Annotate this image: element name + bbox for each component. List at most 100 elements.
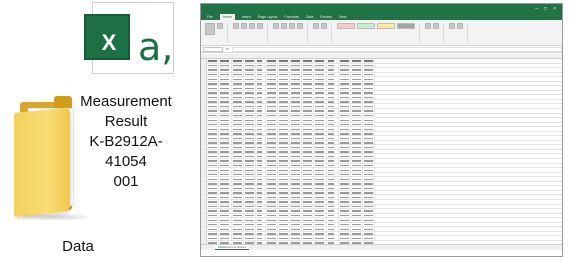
table-cell[interactable] xyxy=(327,204,339,209)
table-cell[interactable] xyxy=(256,99,266,104)
table-cell[interactable] xyxy=(302,109,314,113)
table-cell[interactable] xyxy=(256,236,266,240)
table-cell[interactable] xyxy=(278,172,290,177)
table-cell[interactable] xyxy=(302,131,314,136)
table-cell[interactable] xyxy=(327,222,339,227)
table-cell[interactable] xyxy=(207,90,219,95)
table-cell[interactable] xyxy=(314,90,327,95)
table-cell[interactable] xyxy=(351,113,363,118)
table-cell[interactable] xyxy=(232,109,244,113)
table-cell[interactable] xyxy=(327,109,339,113)
table-cell[interactable] xyxy=(302,227,314,231)
table-cell[interactable] xyxy=(351,86,363,90)
table-cell[interactable] xyxy=(314,190,327,195)
table-cell[interactable] xyxy=(363,145,375,149)
table-cell[interactable] xyxy=(314,168,327,172)
table-cell[interactable] xyxy=(256,199,266,204)
table-cell[interactable] xyxy=(351,118,363,122)
table-cell[interactable] xyxy=(290,154,302,159)
table-cell[interactable] xyxy=(256,222,266,227)
table-cell[interactable] xyxy=(207,122,219,127)
table-cell[interactable] xyxy=(290,163,302,168)
table-cell[interactable] xyxy=(244,145,256,149)
table-cell[interactable] xyxy=(256,204,266,209)
table-cell[interactable] xyxy=(290,86,302,90)
table-cell[interactable] xyxy=(302,95,314,99)
table-cell[interactable] xyxy=(302,149,314,154)
table-cell[interactable] xyxy=(327,59,339,63)
table-cell[interactable] xyxy=(278,109,290,113)
table-cell[interactable] xyxy=(232,209,244,213)
table-cell[interactable] xyxy=(302,181,314,186)
table-cell[interactable] xyxy=(207,72,219,77)
table-cell[interactable] xyxy=(314,145,327,149)
table-cell[interactable] xyxy=(244,86,256,90)
table-cell[interactable] xyxy=(256,95,266,99)
table-cell[interactable] xyxy=(207,81,219,86)
table-cell[interactable] xyxy=(219,59,232,63)
table-cell[interactable] xyxy=(314,122,327,127)
table-cell[interactable] xyxy=(256,186,266,190)
table-cell[interactable] xyxy=(339,59,351,63)
table-cell[interactable] xyxy=(314,231,327,236)
table-cell[interactable] xyxy=(290,63,302,68)
table-cell[interactable] xyxy=(207,204,219,209)
table-cell[interactable] xyxy=(314,218,327,222)
table-cell[interactable] xyxy=(207,95,219,99)
table-cell[interactable] xyxy=(278,118,290,122)
table-cell[interactable] xyxy=(278,86,290,90)
table-cell[interactable] xyxy=(244,118,256,122)
table-cell[interactable] xyxy=(327,118,339,122)
table-cell[interactable] xyxy=(363,72,375,77)
table-cell[interactable] xyxy=(266,59,278,63)
table-cell[interactable] xyxy=(351,109,363,113)
table-cell[interactable] xyxy=(314,81,327,86)
table-cell[interactable] xyxy=(232,127,244,131)
table-cell[interactable] xyxy=(244,222,256,227)
table-cell[interactable] xyxy=(244,209,256,213)
table-cell[interactable] xyxy=(219,186,232,190)
table-cell[interactable] xyxy=(278,72,290,77)
table-cell[interactable] xyxy=(327,63,339,68)
table-cell[interactable] xyxy=(232,172,244,177)
table-cell[interactable] xyxy=(219,213,232,218)
table-cell[interactable] xyxy=(207,86,219,90)
table-cell[interactable] xyxy=(256,209,266,213)
table-cell[interactable] xyxy=(351,154,363,159)
table-cell[interactable] xyxy=(363,68,375,72)
table-cell[interactable] xyxy=(266,163,278,168)
table-cell[interactable] xyxy=(207,199,219,204)
table-cell[interactable] xyxy=(339,118,351,122)
table-cell[interactable] xyxy=(278,163,290,168)
table-cell[interactable] xyxy=(232,177,244,181)
table-cell[interactable] xyxy=(314,236,327,240)
align-center-icon[interactable] xyxy=(281,22,287,29)
table-cell[interactable] xyxy=(339,186,351,190)
table-cell[interactable] xyxy=(363,227,375,231)
table-cell[interactable] xyxy=(302,90,314,95)
table-cell[interactable] xyxy=(314,163,327,168)
table-cell[interactable] xyxy=(302,68,314,72)
table-cell[interactable] xyxy=(256,127,266,131)
table-cell[interactable] xyxy=(351,227,363,231)
table-cell[interactable] xyxy=(232,149,244,154)
table-cell[interactable] xyxy=(266,118,278,122)
table-cell[interactable] xyxy=(302,177,314,181)
table-cell[interactable] xyxy=(219,113,232,118)
table-cell[interactable] xyxy=(207,136,219,140)
font-color-icon[interactable] xyxy=(257,22,263,29)
table-cell[interactable] xyxy=(219,131,232,136)
table-cell[interactable] xyxy=(363,204,375,209)
table-cell[interactable] xyxy=(207,231,219,236)
table-cell[interactable] xyxy=(290,209,302,213)
table-cell[interactable] xyxy=(351,59,363,63)
table-cell[interactable] xyxy=(302,195,314,199)
table-cell[interactable] xyxy=(232,81,244,86)
table-cell[interactable] xyxy=(266,63,278,68)
table-cell[interactable] xyxy=(219,209,232,213)
table-cell[interactable] xyxy=(244,131,256,136)
table-cell[interactable] xyxy=(290,90,302,95)
table-cell[interactable] xyxy=(256,72,266,77)
table-cell[interactable] xyxy=(207,218,219,222)
table-cell[interactable] xyxy=(351,99,363,104)
